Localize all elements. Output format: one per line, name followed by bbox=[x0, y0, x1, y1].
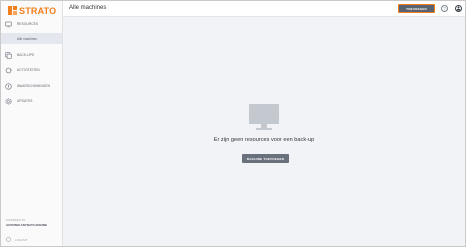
empty-state-message: Er zijn geen resources voor een back-up bbox=[213, 137, 315, 143]
backup-icon bbox=[5, 51, 12, 59]
sidebar-item-warnings[interactable]: WAARSCHUWINGEN bbox=[1, 80, 62, 92]
sidebar-item-label: BACK-UPS bbox=[17, 53, 35, 57]
sidebar-item-all-machines[interactable]: Alle machines bbox=[1, 33, 62, 44]
activity-icon bbox=[5, 67, 12, 74]
sidebar-item-label: WAARSCHUWINGEN bbox=[17, 84, 50, 88]
sidebar-item-resources[interactable]: RESOURCES bbox=[1, 18, 62, 30]
sidebar-item-label: UPDATES bbox=[17, 99, 33, 103]
powered-by: POWERED BY ACRONIS ANYDATA ENGINE bbox=[6, 219, 62, 227]
sidebar-item-activities[interactable]: ACTIVITEITEN bbox=[1, 64, 62, 76]
sidebar-item-label: Alle machines bbox=[17, 36, 37, 41]
logout-label: LOGOUT bbox=[15, 237, 28, 242]
logout-icon bbox=[6, 237, 11, 242]
logo-text: STRATO bbox=[19, 5, 57, 16]
add-machine-button[interactable]: MACHINE TOEVOEGEN bbox=[242, 154, 289, 163]
top-bar: Alle machines TOEVOEGEN ? bbox=[63, 1, 465, 17]
page-title: Alle machines bbox=[69, 5, 107, 11]
sidebar-item-label: RESOURCES bbox=[17, 22, 39, 26]
user-icon[interactable] bbox=[455, 5, 462, 12]
sidebar-item-backups[interactable]: BACK-UPS bbox=[1, 49, 62, 61]
sidebar: STRATO RESOURCES Alle machines BACK-UPS … bbox=[1, 1, 63, 246]
logout-button[interactable]: LOGOUT bbox=[6, 237, 28, 242]
main-content: Er zijn geen resources voor een back-up … bbox=[63, 17, 465, 246]
add-button[interactable]: TOEVOEGEN bbox=[398, 4, 435, 13]
powered-by-label: POWERED BY bbox=[6, 219, 26, 222]
help-icon[interactable]: ? bbox=[441, 5, 448, 12]
monitor-icon bbox=[5, 21, 12, 28]
strato-logo-mark bbox=[8, 6, 17, 15]
strato-logo[interactable]: STRATO bbox=[8, 4, 56, 17]
settings-icon bbox=[5, 97, 12, 105]
sidebar-item-label: ACTIVITEITEN bbox=[17, 68, 40, 72]
monitor-icon bbox=[249, 104, 279, 131]
engine-name: ACRONIS ANYDATA ENGINE bbox=[6, 223, 48, 227]
sidebar-item-updates[interactable]: UPDATES bbox=[1, 95, 62, 107]
app-window: STRATO RESOURCES Alle machines BACK-UPS … bbox=[1, 1, 465, 246]
alert-icon bbox=[5, 82, 12, 90]
